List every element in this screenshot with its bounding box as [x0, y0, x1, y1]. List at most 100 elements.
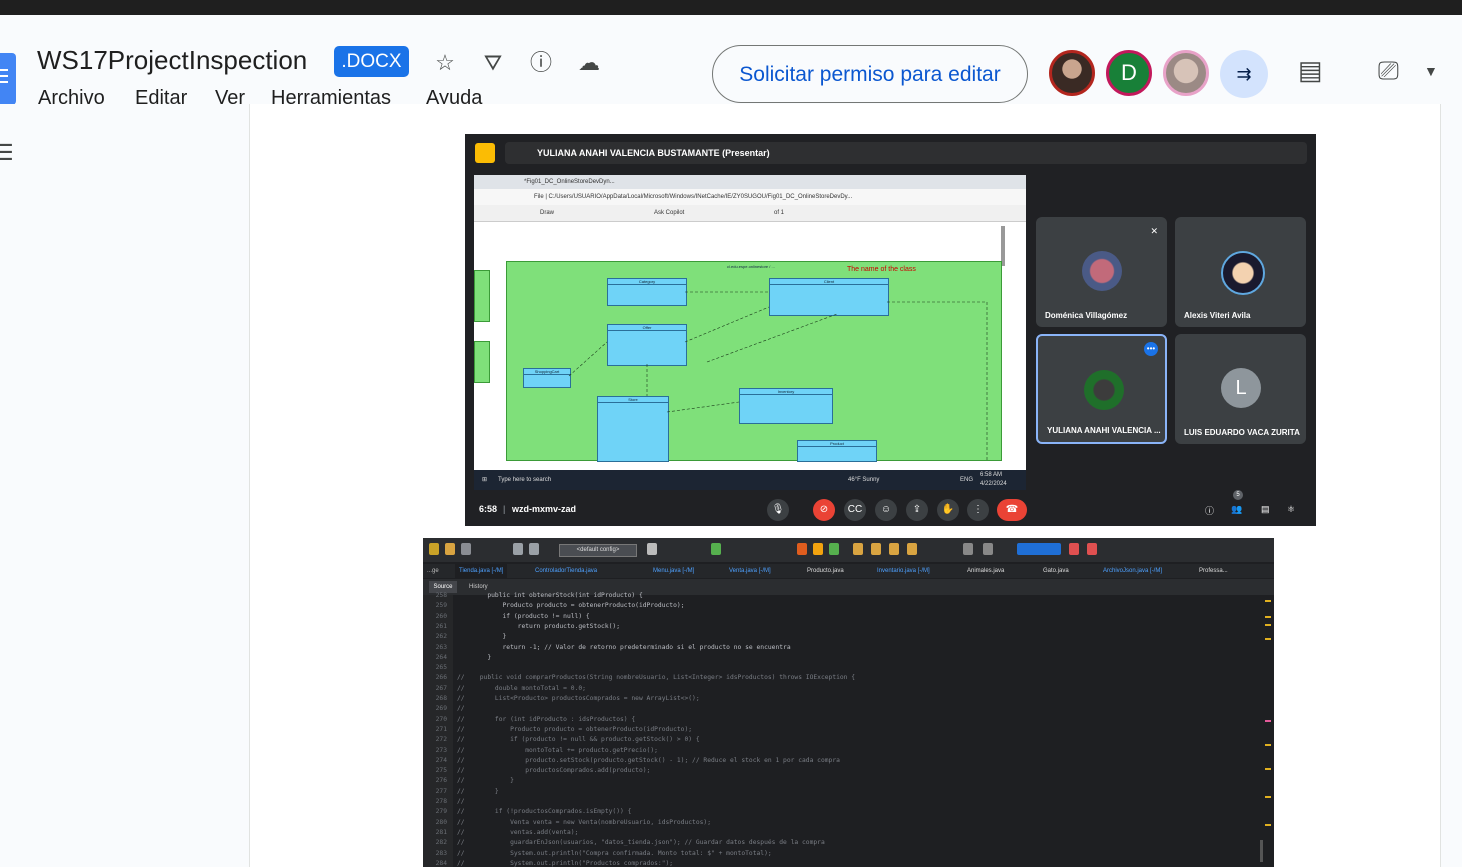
present-icon[interactable]: ⇪: [906, 499, 928, 521]
presenter-bar: YULIANA ANAHI VALENCIA BUSTAMANTE (Prese…: [505, 142, 1307, 164]
code-line[interactable]: 262 }: [423, 632, 507, 642]
editor-tab[interactable]: ControladorTienda.java: [535, 564, 597, 578]
error-stripe: [1260, 598, 1272, 862]
line-number: 278: [435, 798, 447, 805]
code-line[interactable]: 261 return producto.getStock();: [423, 622, 620, 632]
participant-tile[interactable]: ••• YULIANA ANAHI VALENCIA ...: [1036, 334, 1167, 444]
emoji-icon[interactable]: ☺: [875, 499, 897, 521]
participant-tile[interactable]: L LUIS EDUARDO VACA ZURITA: [1175, 334, 1306, 444]
code-line[interactable]: 260 if (producto != null) {: [423, 612, 590, 622]
comments-icon[interactable]: ▤: [1298, 55, 1323, 86]
chat-icon[interactable]: ▤: [1261, 504, 1270, 515]
raise-hand-icon[interactable]: ✋: [937, 499, 959, 521]
editor-tab[interactable]: Animales.java: [967, 564, 1004, 578]
code-text: // System.out.println("Productos comprad…: [457, 859, 674, 867]
new-project-icon: [429, 543, 439, 555]
more-icon[interactable]: ⋮: [967, 499, 989, 521]
code-text: public int obtenerStock(int idProducto) …: [457, 592, 643, 599]
meet-camera-icon[interactable]: ⎚: [1378, 55, 1399, 87]
code-line[interactable]: 283 // System.out.println("Compra confirm…: [423, 849, 772, 859]
code-text: // montoTotal += producto.getPrecio();: [457, 746, 658, 754]
code-line[interactable]: 277 // }: [423, 787, 499, 797]
scrollbar[interactable]: [1440, 104, 1462, 867]
participant-tile[interactable]: Alexis Viteri Avila: [1175, 217, 1306, 327]
code-line[interactable]: 284 // System.out.println("Productos comp…: [423, 859, 673, 867]
star-icon[interactable]: ☆: [431, 49, 459, 77]
tool-icon: [889, 543, 899, 555]
code-line[interactable]: 270 // for (int idProducto : idsProductos…: [423, 715, 636, 725]
editor-tab[interactable]: Inventario.java [-/M]: [877, 564, 930, 578]
chevron-down-icon[interactable]: ▼: [1424, 63, 1438, 79]
code-line[interactable]: 266 // public void comprarProductos(Strin…: [423, 673, 855, 683]
more-options-icon[interactable]: •••: [1144, 342, 1158, 356]
outline-icon[interactable]: ☰: [0, 140, 14, 166]
error-mark: [1265, 720, 1271, 722]
info-icon[interactable]: ⓘ: [1205, 504, 1214, 517]
line-number: 261: [435, 622, 447, 630]
request-edit-access-button[interactable]: Solicitar permiso para editar: [712, 45, 1028, 103]
code-line[interactable]: 263 return -1; // Valor de retorno prede…: [423, 643, 791, 653]
code-line[interactable]: 271 // Producto producto = obtenerProduct…: [423, 725, 692, 735]
end-call-icon[interactable]: ☎: [997, 499, 1027, 521]
code-line[interactable]: 264 }: [423, 653, 492, 663]
editor-tab[interactable]: Professa...: [1199, 564, 1228, 578]
activities-icon[interactable]: ⚛: [1287, 504, 1295, 515]
captions-icon[interactable]: CC: [844, 499, 866, 521]
editor-tab[interactable]: Gato.java: [1043, 564, 1069, 578]
code-line[interactable]: 272 // if (producto != null && producto.g…: [423, 735, 700, 745]
meet-controls: 6:58 | wzd-mxmv-zad 🎙 ⊘ CC ☺ ⇪ ✋ ⋮ ☎ ⓘ 5…: [465, 490, 1316, 526]
taskbar-time: 6:58 AM: [980, 472, 1003, 478]
code-line[interactable]: 258 public int obtenerStock(int idProduc…: [423, 591, 643, 601]
avatar[interactable]: D: [1106, 50, 1152, 96]
address-text: File | C:/Users/USUARIO/AppData/Local/Mi…: [534, 194, 853, 200]
code-line[interactable]: 280 // Venta venta = new Venta(nombreUsua…: [423, 818, 711, 828]
move-to-drive-icon[interactable]: ⛛: [479, 49, 507, 77]
warning-mark: [1265, 600, 1271, 602]
code-line[interactable]: 282 // guardarEnJson(usuarios, "datos_tie…: [423, 838, 825, 848]
camera-off-icon[interactable]: ⊘: [813, 499, 835, 521]
participant-tile[interactable]: ✕ Doménica Villagómez: [1036, 217, 1167, 327]
code-line[interactable]: 274 // producto.setStock(producto.getStoc…: [423, 756, 840, 766]
present-to-meeting-icon[interactable]: ⇉: [1220, 50, 1268, 98]
code-text: Producto producto = obtenerProducto(idPr…: [457, 602, 685, 610]
open-icon: [445, 543, 455, 555]
people-icon[interactable]: 👥: [1231, 504, 1242, 515]
line-number: 284: [435, 859, 447, 867]
code-line[interactable]: 267 // double montoTotal = 0.0;: [423, 684, 586, 694]
editor-tab[interactable]: Menu.java [-/M]: [653, 564, 694, 578]
save-icon: [461, 543, 471, 555]
code-line[interactable]: 279 // if (!productosComprados.isEmpty())…: [423, 807, 632, 817]
editor-tab[interactable]: Producto.java: [807, 564, 844, 578]
code-line[interactable]: 265: [423, 663, 457, 673]
code-text: // if (!productosComprados.isEmpty()) {: [457, 808, 632, 816]
code-line[interactable]: 273 // montoTotal += producto.getPrecio()…: [423, 746, 658, 756]
code-line[interactable]: 276 // }: [423, 776, 514, 786]
scrollbar[interactable]: [1260, 840, 1263, 862]
code-line[interactable]: 281 // ventas.add(venta);: [423, 828, 579, 838]
diagram-fragment: [474, 270, 490, 322]
editor-tab[interactable]: ArchivoJson.java [-/M]: [1103, 564, 1162, 578]
code-text: // double montoTotal = 0.0;: [457, 684, 586, 692]
code-line[interactable]: 268 // List<Producto> productosComprados …: [423, 694, 700, 704]
code-line[interactable]: 259 Producto producto = obtenerProducto(…: [423, 601, 685, 611]
info-icon[interactable]: ⓘ: [527, 49, 555, 77]
mic-icon[interactable]: 🎙: [767, 499, 789, 521]
cloud-status-icon[interactable]: ☁: [575, 49, 603, 77]
code-line[interactable]: 275 // productosComprados.add(producto);: [423, 766, 651, 776]
avatar[interactable]: [1163, 50, 1209, 96]
browser-tab: *Fig01_DC_OnlineStoreDevDyn...: [524, 179, 615, 185]
document-title[interactable]: WS17ProjectInspection: [37, 45, 307, 76]
code-line[interactable]: 269 //: [423, 704, 465, 714]
editor-tab[interactable]: ...ge: [427, 564, 439, 578]
code-line[interactable]: 278 //: [423, 797, 465, 807]
run-icon: [711, 543, 721, 555]
avatar[interactable]: [1049, 50, 1095, 96]
line-number: 273: [435, 746, 447, 754]
code-editor[interactable]: 258 public int obtenerStock(int idProduc…: [423, 592, 1268, 867]
tool-icon: [963, 543, 973, 555]
docs-logo-icon[interactable]: [0, 53, 16, 105]
line-number: 270: [435, 715, 447, 723]
editor-tab[interactable]: Venta.java [-/M]: [729, 564, 771, 578]
separator: |: [503, 504, 506, 514]
editor-tab-active[interactable]: Tienda.java [-/M]: [455, 564, 508, 578]
